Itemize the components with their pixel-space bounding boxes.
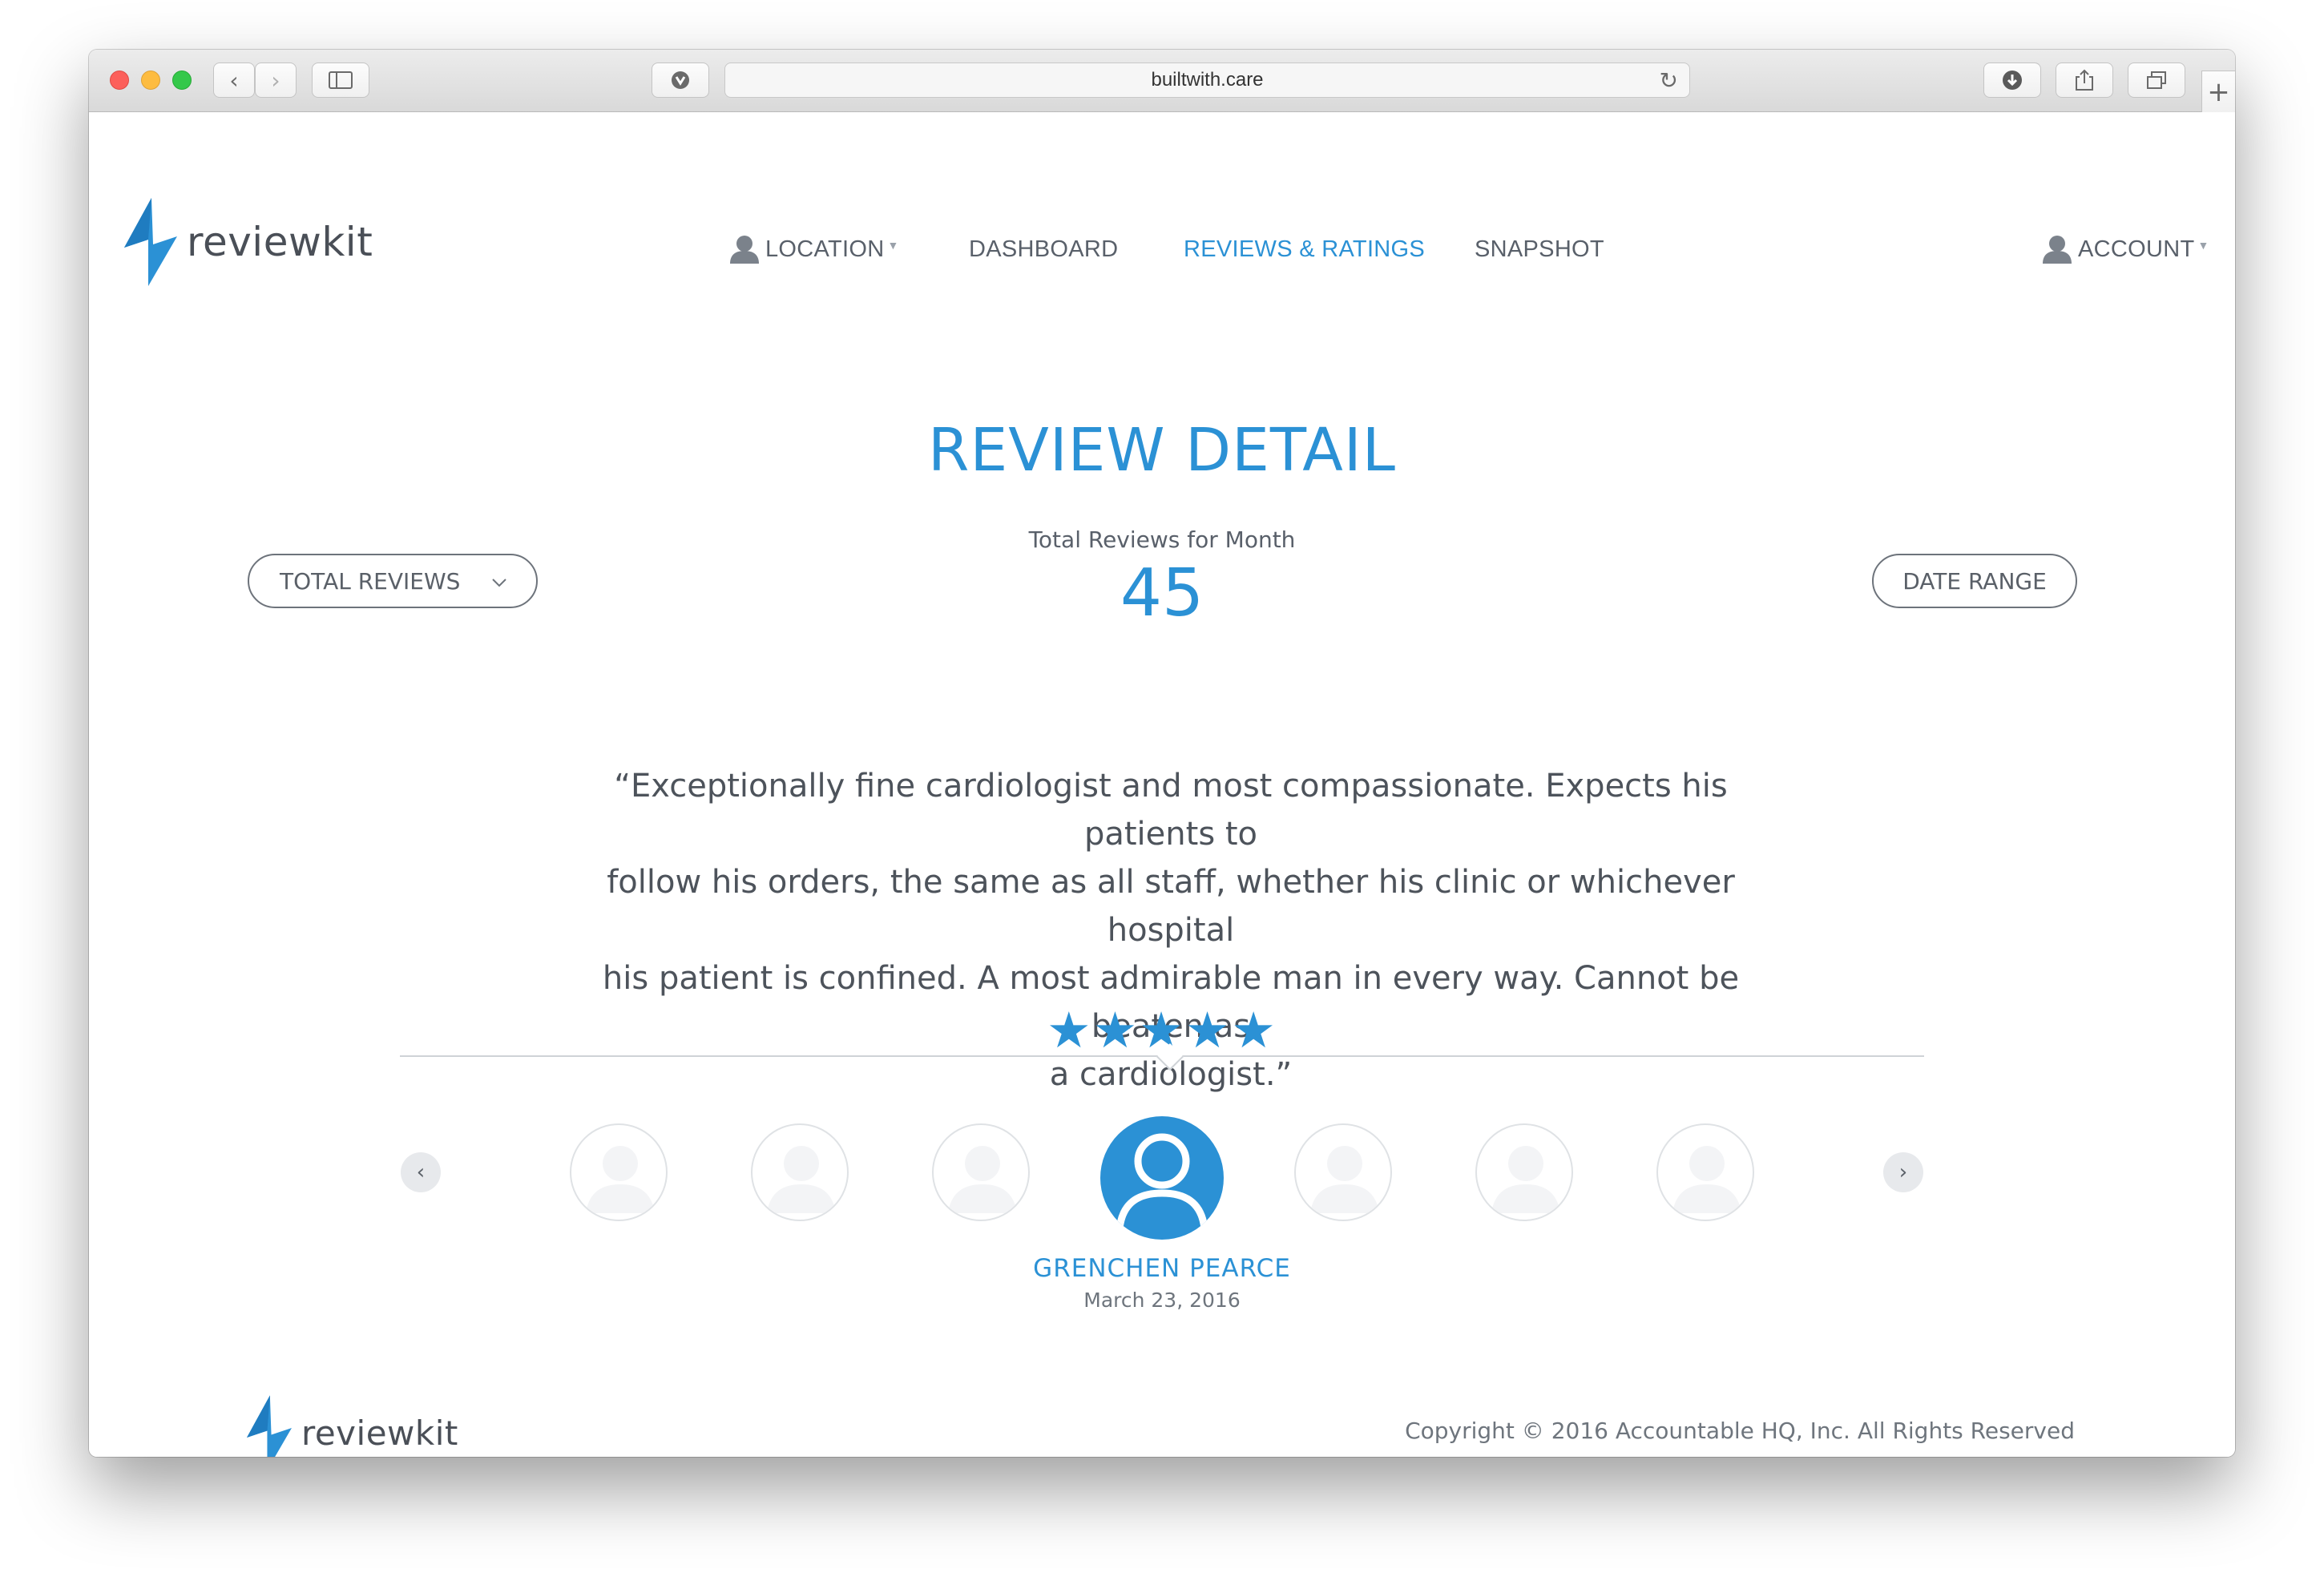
reload-icon[interactable]: ↻ (1660, 67, 1678, 94)
user-icon (2043, 236, 2072, 264)
reviewer-avatar[interactable] (570, 1123, 668, 1221)
privacy-extension-button[interactable] (652, 63, 709, 98)
reviewer-avatar-selected[interactable] (1100, 1116, 1224, 1240)
nav-reviews-ratings[interactable]: REVIEWS & RATINGS (1184, 229, 1425, 269)
date-range-label: DATE RANGE (1902, 567, 2047, 595)
review-quote-line: “Exceptionally fine cardiologist and mos… (614, 768, 1728, 853)
nav-snapshot[interactable]: SNAPSHOT (1475, 229, 1604, 269)
page-content: reviewkit LOCATION ▼ DASHBOARD REVIEWS &… (89, 113, 2235, 1457)
reviewer-avatar[interactable] (751, 1123, 849, 1221)
reviewer-avatar[interactable] (1475, 1123, 1573, 1221)
sidebar-icon (329, 71, 353, 89)
nav-location-label: LOCATION (765, 236, 885, 262)
new-tab-button[interactable]: + (2201, 71, 2235, 112)
user-icon (1112, 1133, 1212, 1240)
footer-logo-text: reviewkit (301, 1413, 458, 1453)
footer-logo[interactable]: reviewkit (247, 1395, 458, 1457)
tabs-icon (2147, 71, 2166, 89)
nav-dashboard-label: DASHBOARD (969, 236, 1119, 262)
copyright-text: Copyright © 2016 Accountable HQ, Inc. Al… (1405, 1418, 2075, 1444)
share-icon (2076, 69, 2093, 91)
download-icon (2003, 71, 2022, 90)
page-title: REVIEW DETAIL (928, 416, 1396, 485)
share-button[interactable] (2056, 63, 2113, 98)
nav-reviews-label: REVIEWS & RATINGS (1184, 236, 1426, 262)
downloads-button[interactable] (1983, 63, 2041, 98)
nav-snapshot-label: SNAPSHOT (1475, 236, 1604, 262)
user-placeholder-icon (767, 1146, 836, 1213)
user-placeholder-icon (1310, 1146, 1379, 1213)
reviewer-avatar[interactable] (1656, 1123, 1754, 1221)
stat-label: Total Reviews for Month (1028, 526, 1296, 553)
user-placeholder-icon (1491, 1146, 1560, 1213)
back-button[interactable]: ‹ (213, 63, 255, 98)
user-placeholder-icon (586, 1146, 655, 1213)
nav-location-dropdown[interactable]: LOCATION ▼ (728, 229, 899, 269)
nav-account-dropdown[interactable]: ACCOUNT ▼ (2041, 229, 2209, 269)
chevron-right-icon: › (271, 67, 280, 94)
tabs-overview-button[interactable] (2128, 63, 2185, 98)
maximize-window-button[interactable] (172, 71, 192, 90)
caret-down-icon: ▼ (2197, 239, 2209, 252)
reviewer-name: GRENCHEN PEARCE (1033, 1254, 1291, 1283)
nav-account-label: ACCOUNT (2078, 236, 2195, 262)
reviewer-avatar[interactable] (932, 1123, 1030, 1221)
reviewer-avatar[interactable] (1294, 1123, 1392, 1221)
carousel-prev-button[interactable]: ‹ (401, 1152, 441, 1192)
browser-toolbar: ‹ › builtwith.care ↻ + (89, 50, 2235, 112)
sidebar-toggle-button[interactable] (312, 63, 369, 98)
user-placeholder-icon (1672, 1146, 1741, 1213)
minimize-window-button[interactable] (141, 71, 160, 90)
url-text: builtwith.care (1151, 69, 1264, 91)
caret-down-icon: ▼ (887, 239, 899, 252)
review-quote-line: follow his orders, the same as all staff… (607, 864, 1735, 949)
shield-icon (672, 71, 689, 89)
nav-dashboard[interactable]: DASHBOARD (969, 229, 1118, 269)
review-date: March 23, 2016 (1083, 1289, 1241, 1312)
close-window-button[interactable] (110, 71, 129, 90)
user-icon (730, 236, 759, 264)
chevron-right-icon: › (1898, 1160, 1908, 1184)
lightning-bolt-icon (247, 1395, 292, 1457)
forward-button[interactable]: › (255, 63, 297, 98)
date-range-button[interactable]: DATE RANGE (1872, 554, 2077, 608)
chevron-left-icon: ‹ (416, 1160, 426, 1184)
chevron-left-icon: ‹ (229, 67, 239, 94)
carousel-next-button[interactable]: › (1883, 1152, 1923, 1192)
main-nav: LOCATION ▼ DASHBOARD REVIEWS & RATINGS S… (89, 229, 2235, 269)
browser-window: ‹ › builtwith.care ↻ + reviewkit LOCATIO… (89, 50, 2235, 1457)
user-placeholder-icon (948, 1146, 1017, 1213)
address-bar[interactable]: builtwith.care ↻ (724, 63, 1690, 98)
plus-icon: + (2207, 75, 2230, 108)
